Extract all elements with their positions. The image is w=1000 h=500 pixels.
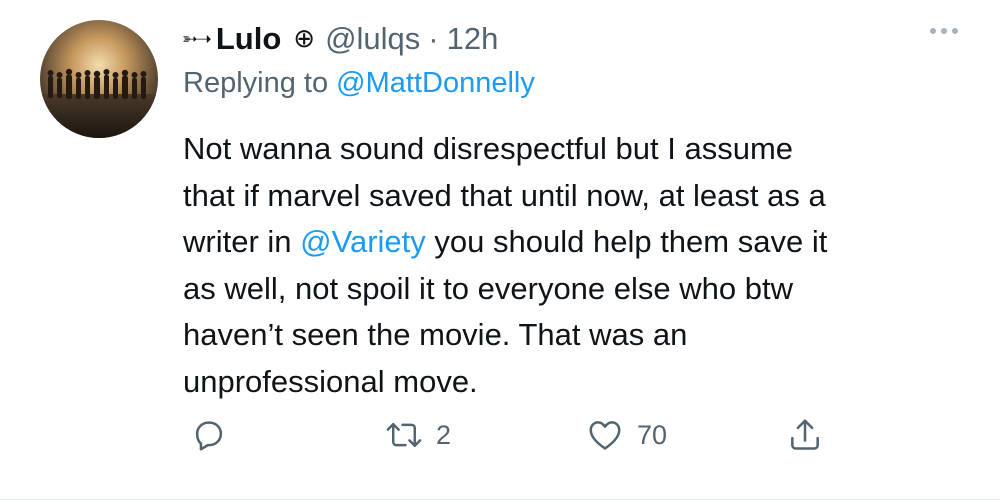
- tweet-header: ➳➝ Lulo ⊕ @lulqs · 12h: [182, 16, 498, 62]
- retweet-button[interactable]: 2: [384, 416, 451, 454]
- replying-to: Replying to @MattDonnelly: [183, 67, 535, 100]
- avatar[interactable]: [40, 20, 158, 138]
- tweet-timestamp[interactable]: 12h: [447, 21, 499, 57]
- replying-to-label: Replying to: [183, 67, 337, 99]
- speech-bubble-icon: [195, 421, 223, 451]
- tweet-text-line: as well, not spoil it to everyone else w…: [183, 270, 793, 306]
- separator-dot: ·: [428, 21, 439, 56]
- tweet-text-line: Not wanna sound disrespectful but I assu…: [183, 131, 794, 166]
- replying-to-mention-link[interactable]: @MattDonnelly: [336, 67, 535, 99]
- more-dot-icon: [952, 28, 958, 34]
- author-handle[interactable]: @lulqs: [325, 21, 420, 57]
- share-icon: [791, 419, 819, 450]
- more-dot-icon: [941, 28, 947, 34]
- tweet-text-line: that if marvel saved that until now, at …: [183, 177, 826, 213]
- heart-icon: [589, 421, 621, 450]
- tweet[interactable]: ➳➝ Lulo ⊕ @lulqs · 12h Replying to @Matt…: [0, 0, 1000, 500]
- like-button[interactable]: 70: [585, 416, 667, 454]
- author-display-name[interactable]: Lulo: [216, 21, 281, 57]
- tweet-text-segment: you should help them save it: [425, 224, 828, 259]
- retweet-icon: [386, 423, 422, 447]
- retweet-count: 2: [436, 419, 452, 450]
- name-prefix-emoji: ➳➝: [182, 28, 212, 50]
- avatar-image: [40, 20, 158, 138]
- tweet-actions: 2 70: [0, 416, 1000, 460]
- tweet-text-line: writer in @Variety you should help them …: [183, 219, 963, 266]
- like-count: 70: [637, 419, 668, 450]
- variety-mention-link[interactable]: @Variety: [300, 224, 426, 259]
- more-options-button[interactable]: [930, 28, 958, 34]
- tweet-text-line: unprofessional move.: [183, 363, 478, 399]
- tweet-text-segment: writer in: [183, 224, 301, 259]
- more-dot-icon: [930, 28, 936, 34]
- tweet-text: Not wanna sound disrespectful but I assu…: [183, 126, 963, 405]
- tweet-text-line: haven’t seen the movie. That was an: [183, 317, 688, 352]
- name-emoji: ⊕: [293, 24, 316, 54]
- share-button[interactable]: [786, 416, 824, 454]
- reply-button[interactable]: [190, 416, 228, 454]
